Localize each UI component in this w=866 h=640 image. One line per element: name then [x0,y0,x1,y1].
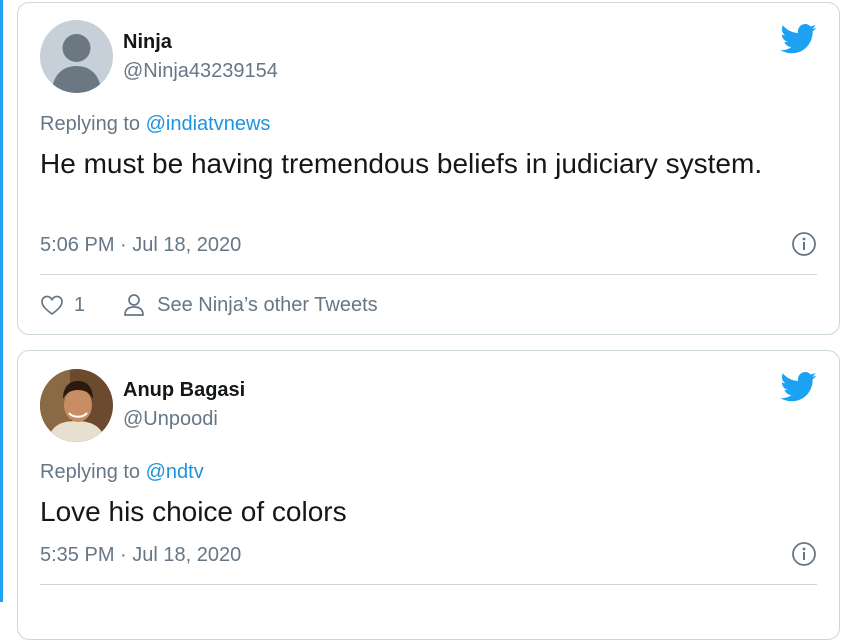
avatar[interactable] [40,369,113,442]
twitter-bird-icon[interactable] [781,372,817,402]
replying-label: Replying to [40,461,146,483]
tweet-text: Love his choice of colors [40,496,347,527]
author-name[interactable]: Anup Bagasi [123,379,245,402]
like-count[interactable]: 1 [74,294,85,317]
replying-label: Replying to [40,113,146,135]
person-icon [124,294,144,316]
info-icon[interactable] [791,231,817,257]
author-name[interactable]: Ninja [123,31,172,54]
replying-to: Replying to @ndtv [40,461,204,484]
heart-icon[interactable] [40,294,64,316]
timestamp[interactable]: 5:35 PM · Jul 18, 2020 [40,544,241,567]
left-accent-bar [0,0,3,602]
profile-photo [40,369,113,442]
author-handle[interactable]: @Ninja43239154 [123,60,278,83]
mention-link[interactable]: @ndtv [146,461,204,483]
replying-to: Replying to @indiatvnews [40,113,270,136]
divider [40,584,817,585]
author-handle[interactable]: @Unpoodi [123,408,218,431]
divider [40,274,817,275]
tweet-card[interactable]: Anup Bagasi @Unpoodi Replying to @ndtv L… [17,350,840,640]
default-avatar-icon [52,34,101,93]
info-icon[interactable] [791,541,817,567]
tweet-text: He must be having tremendous beliefs in … [40,148,763,179]
see-other-tweets-label[interactable]: See Ninja’s other Tweets [157,294,378,317]
avatar[interactable] [40,20,113,93]
mention-link[interactable]: @indiatvnews [146,113,271,135]
see-other-tweets-link[interactable]: See Ninja’s other Tweets [123,293,378,317]
tweet-actions: 1 See Ninja’s other Tweets [40,290,378,320]
tweet-card[interactable]: Ninja @Ninja43239154 Replying to @indiat… [17,2,840,335]
twitter-bird-icon[interactable] [781,24,817,54]
timestamp[interactable]: 5:06 PM · Jul 18, 2020 [40,234,241,257]
